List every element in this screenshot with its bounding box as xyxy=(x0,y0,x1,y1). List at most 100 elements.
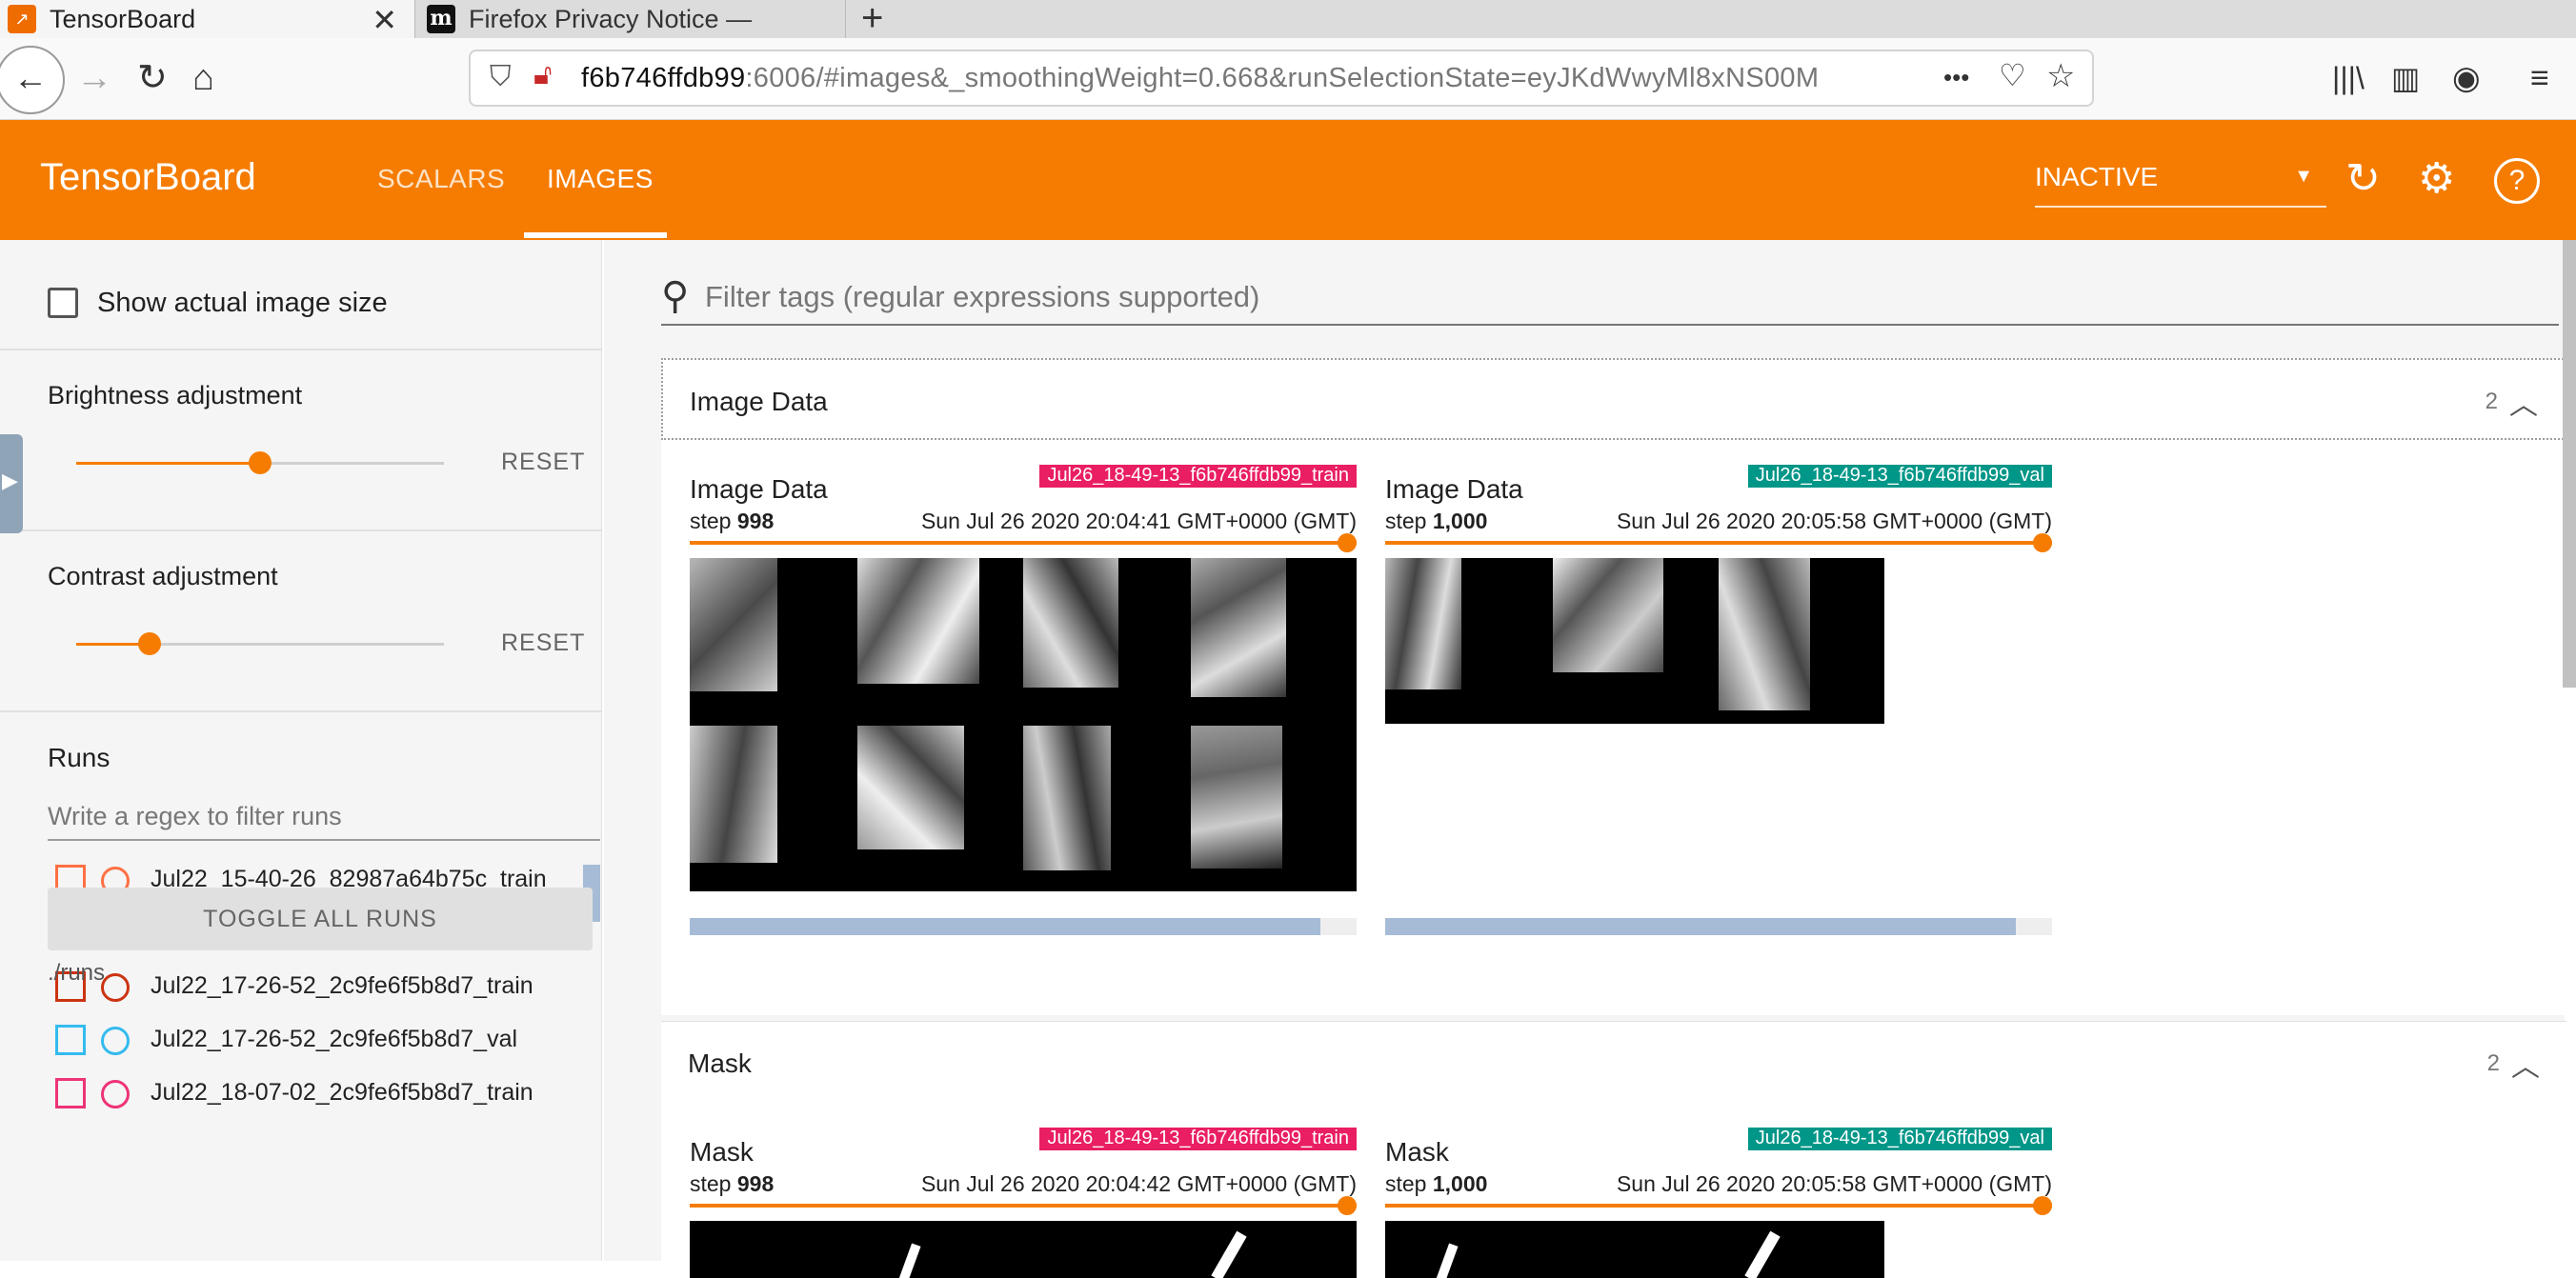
reload-page-icon[interactable]: ↻ xyxy=(137,59,168,97)
gear-icon[interactable]: ⚙ xyxy=(2418,156,2455,202)
tab-images[interactable]: IMAGES xyxy=(547,164,654,194)
page-scrollbar[interactable] xyxy=(2563,240,2576,688)
sidebar-toggle-icon[interactable]: ▥ xyxy=(2391,59,2420,97)
run-item[interactable]: Jul22_17-26-52_2c9fe6f5b8d7_val xyxy=(55,1021,589,1059)
contrast-reset-button[interactable]: RESET xyxy=(501,629,585,657)
image-patch xyxy=(1191,558,1286,697)
step-slider-track[interactable] xyxy=(1385,1204,2052,1208)
image-patch xyxy=(857,726,964,849)
mozilla-icon: m xyxy=(427,5,455,33)
show-actual-size-checkbox[interactable] xyxy=(48,288,78,318)
step-slider-track[interactable] xyxy=(1385,541,2052,545)
card-timestamp: Sun Jul 26 2020 20:05:58 GMT+0000 (GMT) xyxy=(1616,1171,2052,1196)
run-checkbox[interactable] xyxy=(55,1078,86,1108)
run-filter-input[interactable]: Write a regex to filter runs xyxy=(48,802,600,841)
card-step: step 998 xyxy=(690,1171,775,1196)
section-count: 2 xyxy=(2486,1050,2500,1076)
run-checkbox[interactable] xyxy=(55,1025,86,1055)
tag-filter[interactable]: ⚲ Filter tags (regular expressions suppo… xyxy=(661,275,2559,326)
section-count: 2 xyxy=(2485,389,2498,414)
dropdown-arrow-icon: ▼ xyxy=(2294,166,2313,187)
sidebar: Show actual image size Brightness adjust… xyxy=(0,240,602,1261)
show-actual-size-label: Show actual image size xyxy=(97,288,388,318)
page-actions-icon[interactable]: ••• xyxy=(1943,63,1969,92)
section-body-mask: Jul26_18-49-13_f6b746ffdb99_train Mask s… xyxy=(661,1103,2566,1278)
run-item[interactable]: Jul22_17-26-52_2c9fe6f5b8d7_train xyxy=(55,968,589,1006)
mask-grid-train[interactable] xyxy=(690,1221,1357,1278)
section-body-image-data: Jul26_18-49-13_f6b746ffdb99_train Image … xyxy=(661,440,2566,1015)
brightness-slider-knob[interactable] xyxy=(249,451,272,474)
image-grid-val[interactable] xyxy=(1385,558,1884,724)
image-scrollbar[interactable] xyxy=(1385,918,2052,935)
section-title: Mask xyxy=(688,1048,752,1078)
section-title: Image Data xyxy=(690,387,828,416)
library-icon[interactable]: |||\ xyxy=(2332,59,2365,97)
image-patch xyxy=(1191,726,1282,869)
brightness-reset-button[interactable]: RESET xyxy=(501,449,585,476)
reload-icon[interactable]: ↻ xyxy=(2345,156,2381,202)
run-label: Jul22_18-07-02_2c9fe6f5b8d7_train xyxy=(151,1079,533,1106)
tensorboard-header: TensorBoard SCALARS IMAGES INACTIVE ▼ ↻ … xyxy=(0,120,2576,240)
step-slider-knob[interactable] xyxy=(1338,533,1357,552)
new-tab-button[interactable]: + xyxy=(861,0,883,37)
step-slider-track[interactable] xyxy=(690,1204,1357,1208)
tag-filter-input[interactable]: Filter tags (regular expressions support… xyxy=(705,280,1259,314)
step-slider-knob[interactable] xyxy=(1338,1196,1357,1215)
pocket-icon[interactable]: ♡ xyxy=(1999,57,2026,93)
step-slider-track[interactable] xyxy=(690,541,1357,545)
card-title: Mask xyxy=(1385,1137,1449,1167)
tab-title: Firefox Privacy Notice — xyxy=(469,4,753,33)
forward-arrow-icon[interactable]: → xyxy=(76,59,112,97)
mask-grid-val[interactable] xyxy=(1385,1221,1884,1278)
step-slider-knob[interactable] xyxy=(2033,1196,2052,1215)
step-slider-knob[interactable] xyxy=(2033,533,2052,552)
menu-icon[interactable]: ≡ xyxy=(2530,59,2549,97)
address-bar[interactable]: ⛉ 🔓︎ f6b746ffdb99:6006/#images&_smoothin… xyxy=(469,50,2094,107)
run-color-circle[interactable] xyxy=(101,1027,130,1055)
section-header-image-data[interactable]: Image Data 2 ︿ xyxy=(661,358,2566,440)
image-scrollbar[interactable] xyxy=(690,918,1357,935)
sidebar-collapse-handle[interactable]: ▶ xyxy=(0,434,23,533)
section-header-mask[interactable]: Mask 2 ︿ xyxy=(661,1021,2566,1103)
run-color-circle[interactable] xyxy=(101,1080,130,1108)
image-patch xyxy=(857,558,979,684)
tensorboard-icon: ↗ xyxy=(8,5,36,33)
toggle-all-runs-button[interactable]: TOGGLE ALL RUNS xyxy=(48,888,593,950)
card-step: step 1,000 xyxy=(1385,509,1488,533)
back-arrow-icon[interactable]: ← xyxy=(0,46,65,114)
bookmark-star-icon[interactable]: ☆ xyxy=(2046,57,2075,95)
run-badge: Jul26_18-49-13_f6b746ffdb99_val xyxy=(1747,465,2052,488)
run-color-circle[interactable] xyxy=(101,973,130,1002)
contrast-label: Contrast adjustment xyxy=(48,562,278,590)
divider xyxy=(0,710,602,712)
image-patch xyxy=(690,558,777,691)
insecure-lock-icon[interactable]: 🔓︎ xyxy=(533,59,552,91)
image-patch xyxy=(1385,558,1461,689)
card-title: Mask xyxy=(690,1137,754,1167)
help-icon[interactable]: ? xyxy=(2494,158,2540,204)
search-icon: ⚲ xyxy=(661,275,690,317)
run-badge: Jul26_18-49-13_f6b746ffdb99_train xyxy=(1039,465,1357,488)
image-patch xyxy=(1023,558,1118,688)
home-icon[interactable]: ⌂ xyxy=(192,59,214,97)
contrast-slider-knob[interactable] xyxy=(138,632,161,655)
runs-label: Runs xyxy=(48,743,111,772)
account-icon[interactable]: ◉ xyxy=(2452,59,2481,97)
browser-nav-bar: ← → ↻ ⌂ ⛉ 🔓︎ f6b746ffdb99:6006/#images&_… xyxy=(0,38,2576,120)
chevron-up-icon[interactable]: ︿ xyxy=(2511,1043,2540,1085)
card-step: step 1,000 xyxy=(1385,1171,1488,1196)
browser-tab-privacy[interactable]: m Firefox Privacy Notice — xyxy=(419,0,846,38)
card-timestamp: Sun Jul 26 2020 20:05:58 GMT+0000 (GMT) xyxy=(1616,509,2052,533)
inactive-dashboards-select[interactable]: INACTIVE ▼ xyxy=(2035,162,2326,208)
run-label: Jul22_17-26-52_2c9fe6f5b8d7_train xyxy=(151,972,533,999)
chevron-up-icon[interactable]: ︿ xyxy=(2509,381,2538,423)
brightness-label: Brightness adjustment xyxy=(48,381,303,409)
shield-icon[interactable]: ⛉ xyxy=(490,61,512,93)
close-tab-icon[interactable]: ✕ xyxy=(372,2,397,38)
tab-scalars[interactable]: SCALARS xyxy=(377,164,505,194)
divider xyxy=(0,349,602,350)
image-grid-train[interactable] xyxy=(690,558,1357,891)
run-item[interactable]: Jul22_18-07-02_2c9fe6f5b8d7_train xyxy=(55,1074,589,1112)
browser-tab-tensorboard[interactable]: ↗ TensorBoard ✕ xyxy=(0,0,415,38)
active-tab-indicator xyxy=(524,232,667,238)
